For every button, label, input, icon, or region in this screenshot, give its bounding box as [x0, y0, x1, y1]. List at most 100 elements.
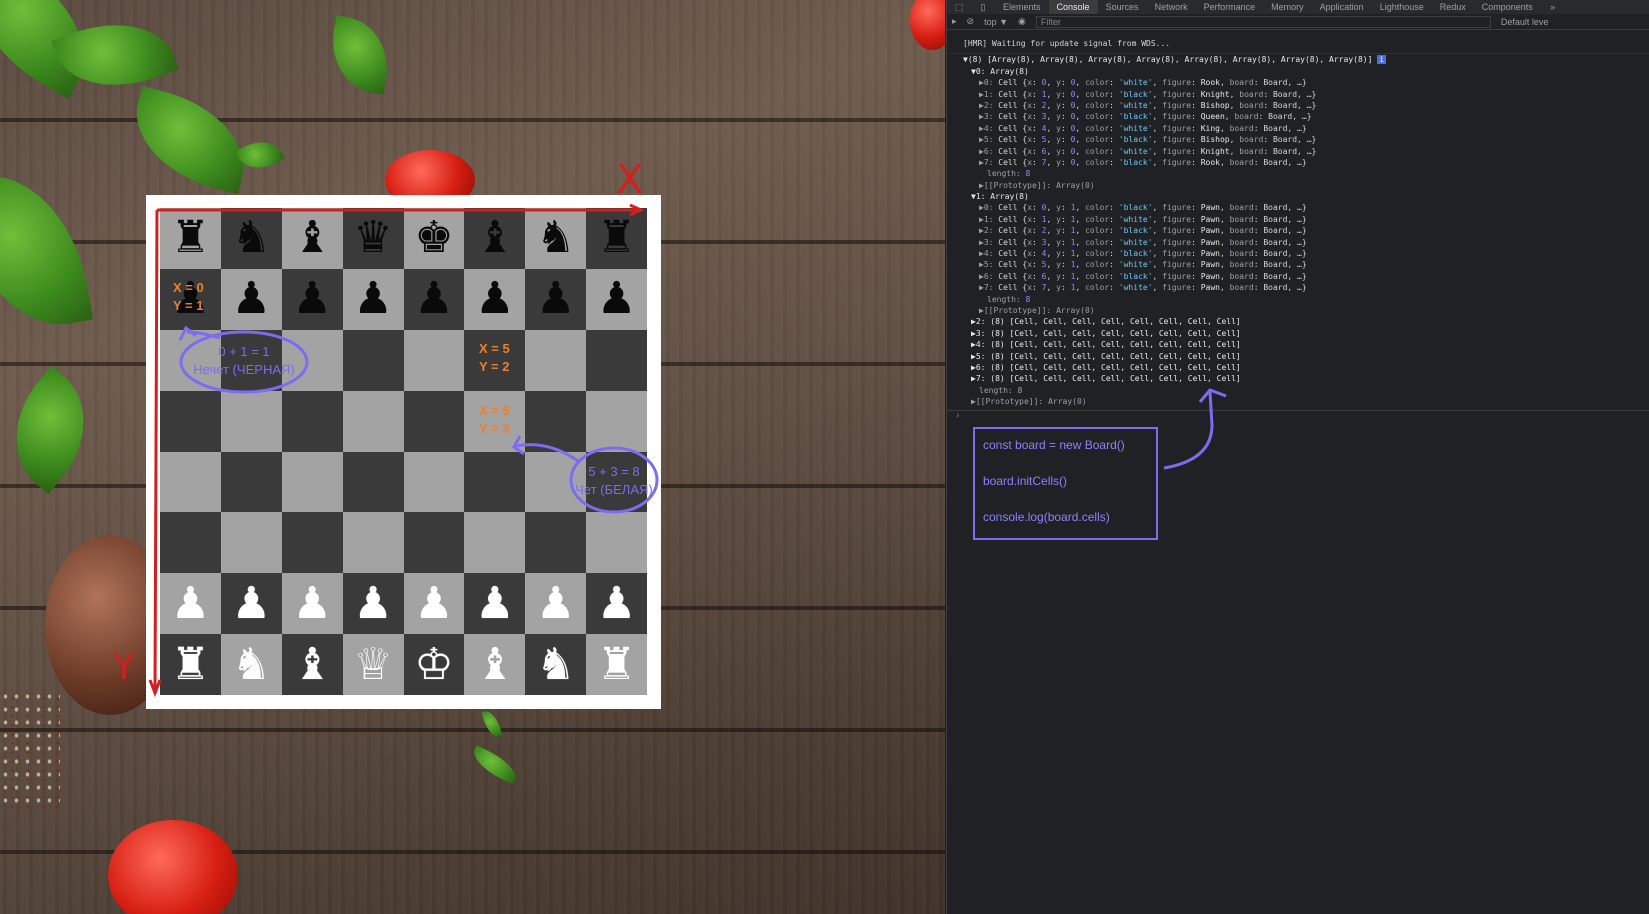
collapsed-row-line[interactable]: ▶6: (8) [Cell, Cell, Cell, Cell, Cell, C…	[947, 362, 1649, 373]
board-square[interactable]: ♞	[220, 208, 282, 269]
board-square[interactable]	[464, 451, 526, 513]
board-square[interactable]	[586, 329, 647, 391]
white-piece-icon[interactable]: ♞	[232, 642, 271, 687]
board-square[interactable]: ♝	[464, 208, 526, 269]
board-square[interactable]	[220, 512, 282, 574]
board-square[interactable]	[525, 512, 587, 574]
white-piece-icon[interactable]: ♝	[475, 642, 514, 687]
array-row-header[interactable]: ▼1: Array(8)	[947, 191, 1649, 202]
board-square[interactable]: ♟	[525, 268, 587, 330]
more-tabs-icon[interactable]: »	[1541, 2, 1565, 12]
black-piece-icon[interactable]: ♟	[414, 277, 453, 321]
board-square[interactable]: ♔	[403, 634, 465, 695]
clear-console-icon[interactable]: ⊘	[967, 16, 975, 27]
board-square[interactable]	[160, 451, 221, 513]
board-square[interactable]	[281, 512, 343, 574]
tab-console[interactable]: Console	[1048, 0, 1098, 14]
black-piece-icon[interactable]: ♞	[536, 216, 575, 260]
board-square[interactable]: ♟	[403, 573, 465, 635]
board-square[interactable]	[525, 329, 587, 391]
board-square[interactable]: ♟	[464, 573, 526, 635]
board-square[interactable]: ♜	[160, 208, 221, 269]
white-piece-icon[interactable]: ♟	[597, 581, 636, 626]
cell-object-line[interactable]: ▶5: Cell {x: 5, y: 1, color: 'white', fi…	[947, 259, 1649, 270]
board-square[interactable]: ♟	[281, 268, 343, 330]
white-piece-icon[interactable]: ♟	[475, 581, 514, 626]
board-square[interactable]	[586, 390, 647, 452]
board-square[interactable]	[403, 329, 465, 391]
white-piece-icon[interactable]: ♟	[353, 581, 392, 626]
board-square[interactable]: ♟	[220, 573, 282, 635]
white-piece-icon[interactable]: ♞	[536, 642, 575, 687]
inspect-icon[interactable]: ⬚	[947, 2, 971, 13]
cell-object-line[interactable]: ▶2: Cell {x: 2, y: 1, color: 'black', fi…	[947, 225, 1649, 236]
tab-redux[interactable]: Redux	[1432, 0, 1474, 14]
board-square[interactable]: ♟	[160, 573, 221, 635]
board-square[interactable]: ♚	[403, 208, 465, 269]
board-square[interactable]: ♟	[403, 268, 465, 330]
collapsed-row-line[interactable]: ▶7: (8) [Cell, Cell, Cell, Cell, Cell, C…	[947, 373, 1649, 384]
tab-network[interactable]: Network	[1147, 0, 1196, 14]
black-piece-icon[interactable]: ♜	[597, 216, 636, 260]
board-square[interactable]	[160, 390, 221, 452]
cell-object-line[interactable]: ▶4: Cell {x: 4, y: 1, color: 'black', fi…	[947, 248, 1649, 259]
white-piece-icon[interactable]: ♜	[597, 642, 636, 687]
tab-performance[interactable]: Performance	[1196, 0, 1264, 14]
board-square[interactable]	[342, 451, 404, 513]
length-line[interactable]: length: 8	[947, 168, 1649, 179]
board-square[interactable]	[464, 512, 526, 574]
white-piece-icon[interactable]: ♜	[171, 642, 210, 687]
board-square[interactable]	[220, 451, 282, 513]
cell-object-line[interactable]: ▶0: Cell {x: 0, y: 0, color: 'white', fi…	[947, 77, 1649, 88]
cell-object-line[interactable]: ▶5: Cell {x: 5, y: 0, color: 'black', fi…	[947, 134, 1649, 145]
tab-memory[interactable]: Memory	[1263, 0, 1312, 14]
tab-lighthouse[interactable]: Lighthouse	[1372, 0, 1432, 14]
white-piece-icon[interactable]: ♟	[171, 581, 210, 626]
board-square[interactable]	[403, 390, 465, 452]
cell-object-line[interactable]: ▶2: Cell {x: 2, y: 0, color: 'white', fi…	[947, 100, 1649, 111]
board-square[interactable]: ♝	[281, 634, 343, 695]
board-square[interactable]	[403, 512, 465, 574]
console-filter-input[interactable]: Filter	[1035, 15, 1491, 28]
white-piece-icon[interactable]: ♝	[292, 642, 331, 687]
board-square[interactable]	[160, 512, 221, 574]
board-square[interactable]: ♝	[281, 208, 343, 269]
board-square[interactable]	[342, 512, 404, 574]
collapsed-row-line[interactable]: ▶4: (8) [Cell, Cell, Cell, Cell, Cell, C…	[947, 339, 1649, 350]
cell-object-line[interactable]: ▶6: Cell {x: 6, y: 0, color: 'white', fi…	[947, 146, 1649, 157]
board-square[interactable]	[342, 390, 404, 452]
board-square[interactable]: ♟	[586, 268, 647, 330]
black-piece-icon[interactable]: ♛	[353, 216, 392, 260]
board-square[interactable]: ♞	[525, 208, 587, 269]
board-square[interactable]: ♟	[464, 268, 526, 330]
black-piece-icon[interactable]: ♟	[292, 277, 331, 321]
board-square[interactable]: ♜	[160, 634, 221, 695]
cell-object-line[interactable]: ▶4: Cell {x: 4, y: 0, color: 'white', fi…	[947, 123, 1649, 134]
cell-object-line[interactable]: ▶7: Cell {x: 7, y: 1, color: 'white', fi…	[947, 282, 1649, 293]
black-piece-icon[interactable]: ♟	[475, 277, 514, 321]
black-piece-icon[interactable]: ♝	[292, 216, 331, 260]
context-selector[interactable]: top ▼	[984, 17, 1008, 27]
tab-components[interactable]: Components	[1474, 0, 1541, 14]
black-piece-icon[interactable]: ♟	[353, 277, 392, 321]
array-summary-line[interactable]: ▼(8) [Array(8), Array(8), Array(8), Arra…	[947, 54, 1649, 65]
tab-sources[interactable]: Sources	[1098, 0, 1147, 14]
length-line[interactable]: length: 8	[947, 385, 1649, 396]
log-levels-dropdown[interactable]: Default leve	[1501, 17, 1549, 27]
white-piece-icon[interactable]: ♔	[414, 642, 453, 687]
tab-application[interactable]: Application	[1312, 0, 1372, 14]
black-piece-icon[interactable]: ♟	[536, 277, 575, 321]
board-square[interactable]	[220, 390, 282, 452]
board-square[interactable]	[281, 451, 343, 513]
board-square[interactable]	[403, 451, 465, 513]
black-piece-icon[interactable]: ♝	[475, 216, 514, 260]
device-toolbar-icon[interactable]: ▯	[971, 2, 995, 13]
black-piece-icon[interactable]: ♜	[171, 216, 210, 260]
cell-object-line[interactable]: ▶3: Cell {x: 3, y: 0, color: 'black', fi…	[947, 111, 1649, 122]
cell-object-line[interactable]: ▶3: Cell {x: 3, y: 1, color: 'white', fi…	[947, 237, 1649, 248]
board-square[interactable]	[281, 390, 343, 452]
board-square[interactable]: ♛	[342, 208, 404, 269]
board-square[interactable]: ♝	[464, 634, 526, 695]
tab-elements[interactable]: Elements	[995, 0, 1049, 14]
board-square[interactable]: ♞	[525, 634, 587, 695]
